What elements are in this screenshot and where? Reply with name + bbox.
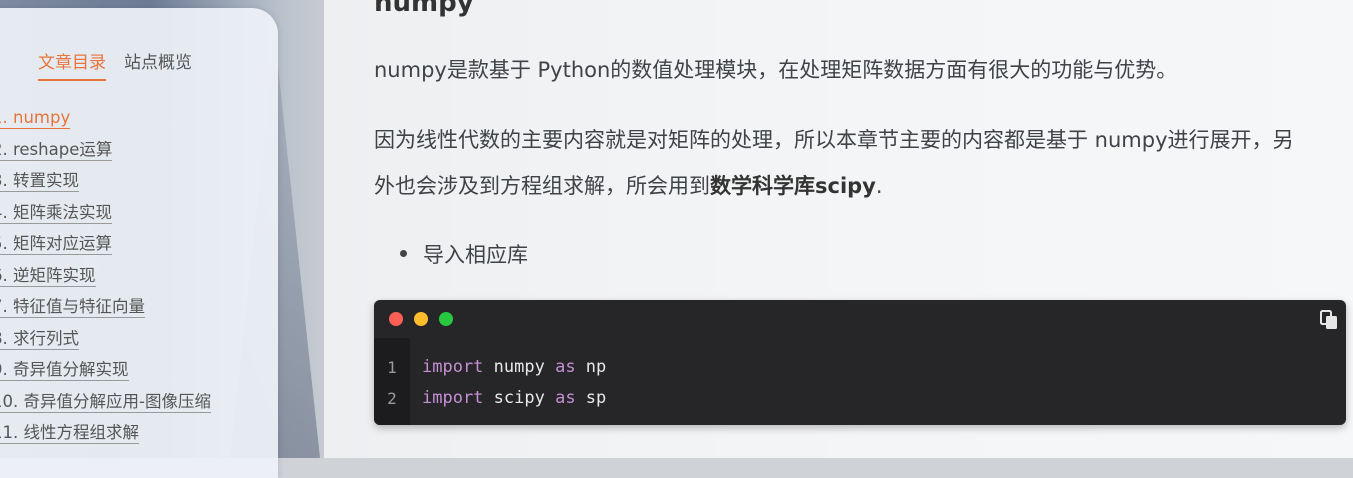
line-number: 1 [387, 358, 397, 377]
code-block: 1 2 import numpy as np import scipy as s… [374, 300, 1346, 425]
code-line: import numpy as np [422, 352, 606, 383]
module-name: numpy [483, 357, 556, 377]
tab-toc[interactable]: 文章目录 [38, 48, 106, 81]
toc-item: 9. 奇异值分解实现 [0, 356, 211, 388]
toc-link[interactable]: 5. 矩阵对应运算 [0, 234, 112, 255]
keyword: import [422, 357, 484, 377]
toc-link[interactable]: 2. reshape运算 [0, 139, 113, 161]
toc-item: 7. 特征值与特征向量 [0, 293, 211, 325]
sidebar-tabs: 文章目录 站点概览 [38, 48, 192, 81]
yellow-dot-icon [414, 312, 428, 326]
toc-link[interactable]: 11. 线性方程组求解 [0, 423, 139, 444]
toc-item: 6. 逆矩阵实现 [0, 262, 211, 294]
toc-item: 1. numpy [0, 104, 211, 136]
code-titlebar [374, 300, 1346, 338]
toc-item: 3. 转置实现 [0, 167, 211, 199]
toc-link[interactable]: 10. 奇异值分解应用-图像压缩 [0, 391, 211, 413]
green-dot-icon [439, 312, 453, 326]
toc-item: 10. 奇异值分解应用-图像压缩 [0, 388, 211, 420]
bullet-text: 导入相应库 [423, 243, 528, 267]
toc-item: 5. 矩阵对应运算 [0, 230, 211, 262]
tab-site-overview[interactable]: 站点概览 [124, 48, 192, 81]
toc-link[interactable]: 8. 求行列式 [0, 328, 79, 350]
toc-item: 4. 矩阵乘法实现 [0, 199, 211, 231]
toc-link[interactable]: 1. numpy [0, 108, 71, 129]
section-heading: numpy [374, 0, 474, 18]
toc-item: 8. 求行列式 [0, 325, 211, 357]
toc-link[interactable]: 4. 矩阵乘法实现 [0, 202, 112, 224]
keyword: as [555, 357, 576, 377]
code-body: 1 2 import numpy as np import scipy as s… [374, 338, 1346, 425]
toc-link[interactable]: 3. 转置实现 [0, 171, 79, 192]
module-name: scipy [483, 388, 556, 408]
toc-item: 2. reshape运算 [0, 136, 211, 168]
main-content: numpy numpy是款基于 Python的数值处理模块，在处理矩阵数据方面有… [324, 0, 1353, 458]
code-lines: import numpy as np import scipy as sp [410, 338, 606, 425]
red-dot-icon [389, 312, 403, 326]
code-line: import scipy as sp [422, 383, 606, 414]
keyword: as [555, 388, 576, 408]
paragraph-end: . [875, 174, 883, 198]
toc-link[interactable]: 6. 逆矩阵实现 [0, 265, 96, 287]
keyword: import [422, 388, 484, 408]
paragraph-intro: numpy是款基于 Python的数值处理模块，在处理矩阵数据方面有很大的功能与… [374, 58, 1178, 82]
toc-item: 11. 线性方程组求解 [0, 419, 211, 451]
bullet-item: 导入相应库 [400, 232, 528, 278]
sidebar: 文章目录 站点概览 1. numpy 2. reshape运算 3. 转置实现 … [0, 8, 278, 478]
alias-name: np [575, 357, 607, 377]
line-number: 2 [387, 389, 397, 408]
bold-text: 数学科学库scipy [710, 174, 876, 198]
toc-list: 1. numpy 2. reshape运算 3. 转置实现 4. 矩阵乘法实现 … [0, 104, 211, 451]
line-numbers: 1 2 [374, 338, 410, 425]
toc-link[interactable]: 9. 奇异值分解实现 [0, 360, 129, 381]
bullet-dot-icon [400, 249, 407, 257]
toc-link[interactable]: 7. 特征值与特征向量 [0, 297, 145, 318]
alias-name: sp [575, 388, 607, 408]
copy-icon[interactable] [1320, 310, 1338, 330]
paragraph-detail: 因为线性代数的主要内容就是对矩阵的处理，所以本章节主要的内容都是基于 numpy… [374, 117, 1304, 209]
